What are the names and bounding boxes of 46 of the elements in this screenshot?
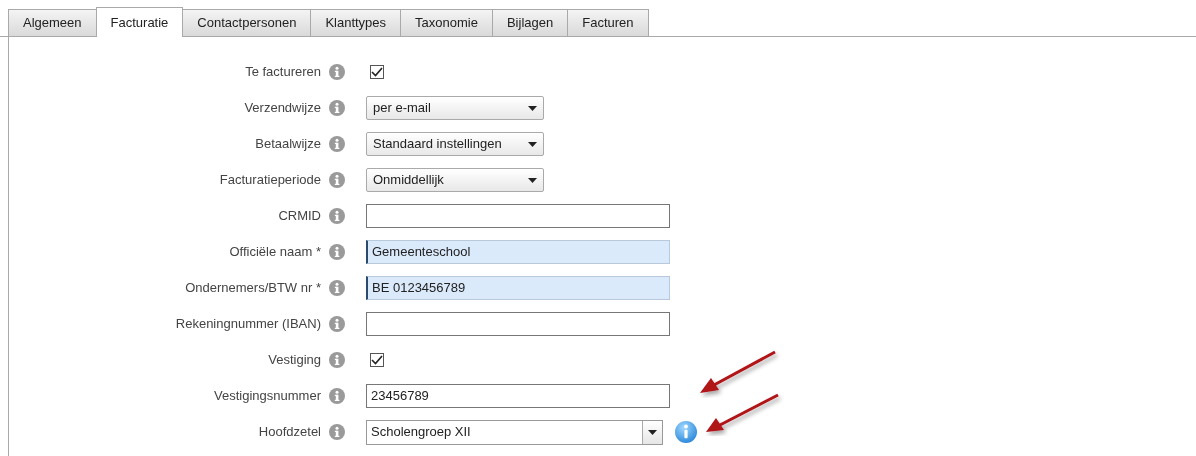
dropdown[interactable]: per e-mail xyxy=(366,96,544,120)
field-label: Rekeningnummer (IBAN) xyxy=(174,315,321,334)
field-label: Verzendwijze xyxy=(243,99,321,118)
combo-box[interactable]: Scholengroep XII xyxy=(366,419,663,445)
info-icon[interactable] xyxy=(329,244,345,260)
field-label: Officiële naam * xyxy=(228,243,321,262)
caret-icon xyxy=(528,141,537,147)
tab[interactable]: Taxonomie xyxy=(400,9,493,36)
checkbox[interactable] xyxy=(370,65,384,79)
field-label: Facturatieperiode xyxy=(218,171,321,190)
caret-icon xyxy=(528,177,537,183)
checkbox[interactable] xyxy=(370,353,384,367)
info-icon[interactable] xyxy=(329,280,345,296)
field-label: Te factureren xyxy=(244,63,321,82)
caret-icon xyxy=(648,429,657,435)
input-field[interactable]: 23456789 xyxy=(366,384,670,408)
info-icon[interactable] xyxy=(329,100,345,116)
dropdown[interactable]: Standaard instellingen xyxy=(366,132,544,156)
field-label: Vestiging xyxy=(267,351,321,370)
dropdown[interactable]: Onmiddellijk xyxy=(366,168,544,192)
field-label: Ondernemers/BTW nr * xyxy=(184,279,321,298)
tab[interactable]: Contactpersonen xyxy=(182,9,312,36)
tab[interactable]: Facturen xyxy=(567,9,649,36)
field-label: Hoofdzetel xyxy=(257,423,321,442)
info-icon[interactable] xyxy=(329,388,345,404)
input-field[interactable]: Gemeenteschool xyxy=(366,240,670,264)
info-icon[interactable] xyxy=(329,424,345,440)
info-icon[interactable] xyxy=(329,352,345,368)
input-field[interactable]: BE 0123456789 xyxy=(366,276,670,300)
input-field[interactable] xyxy=(366,312,670,336)
tab[interactable]: Bijlagen xyxy=(491,9,569,36)
info-icon[interactable] xyxy=(329,208,345,224)
field-label: Betaalwijze xyxy=(254,135,321,154)
tab[interactable]: Algemeen xyxy=(8,9,97,36)
info-icon[interactable] xyxy=(329,316,345,332)
field-label: Vestigingsnummer xyxy=(213,387,321,406)
info-icon[interactable] xyxy=(329,136,345,152)
caret-icon xyxy=(528,105,537,111)
info-icon[interactable] xyxy=(675,421,697,443)
tab[interactable]: Facturatie xyxy=(95,7,184,37)
field-label: CRMID xyxy=(277,207,321,226)
info-icon[interactable] xyxy=(329,172,345,188)
input-field[interactable] xyxy=(366,204,670,228)
info-icon[interactable] xyxy=(329,64,345,80)
tab[interactable]: Klanttypes xyxy=(310,9,402,36)
dropdown-button[interactable] xyxy=(642,420,662,444)
